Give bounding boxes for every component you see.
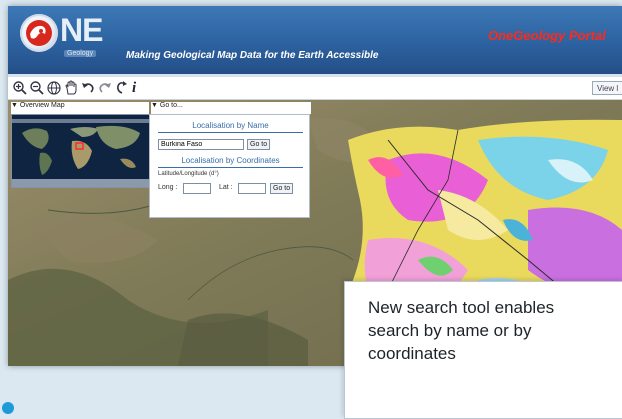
- undo-icon[interactable]: [80, 80, 96, 96]
- logo-wordmark: NE: [60, 12, 103, 48]
- coord-hint: Latitude/Longitude (d°): [158, 171, 219, 177]
- globe-icon[interactable]: [46, 80, 62, 96]
- blue-bullet-icon: [2, 402, 14, 414]
- header-banner: NE Geology Making Geological Map Data fo…: [8, 6, 622, 74]
- place-name-input[interactable]: [158, 139, 244, 150]
- overview-map[interactable]: [11, 114, 151, 188]
- name-section-title: Localisation by Name: [192, 121, 269, 130]
- name-go-button[interactable]: Go to: [247, 139, 271, 150]
- redo-icon[interactable]: [97, 80, 113, 96]
- lat-label: Lat :: [219, 184, 233, 191]
- pan-hand-icon[interactable]: [63, 80, 79, 96]
- portal-tagline: Making Geological Map Data for the Earth…: [126, 50, 379, 61]
- zoom-out-icon[interactable]: [29, 80, 45, 96]
- longitude-input[interactable]: [183, 183, 211, 194]
- onegeology-logo-icon: [20, 14, 58, 52]
- logo-subtitle: Geology: [64, 50, 97, 57]
- refresh-icon[interactable]: [114, 80, 130, 96]
- feature-callout: New search tool enables search by name o…: [344, 281, 622, 419]
- map-toolbar: i View l: [8, 77, 622, 100]
- info-icon[interactable]: i: [132, 80, 148, 96]
- name-section-rule: [158, 132, 303, 133]
- portal-title: OneGeology Portal: [488, 28, 606, 43]
- coord-section-rule: [158, 167, 303, 168]
- callout-text: New search tool enables search by name o…: [368, 298, 555, 363]
- goto-panel: Localisation by Name Go to Localisation …: [149, 114, 310, 218]
- view-button[interactable]: View l: [592, 81, 622, 95]
- coord-section-title: Localisation by Coordinates: [181, 156, 280, 165]
- coord-go-button[interactable]: Go to: [270, 183, 294, 194]
- long-label: Long :: [158, 184, 178, 191]
- goto-panel-header[interactable]: ▼ Go to...: [151, 102, 311, 114]
- overview-map-header[interactable]: ▼ Overview Map: [11, 102, 149, 114]
- latitude-input[interactable]: [238, 183, 266, 194]
- zoom-in-icon[interactable]: [12, 80, 28, 96]
